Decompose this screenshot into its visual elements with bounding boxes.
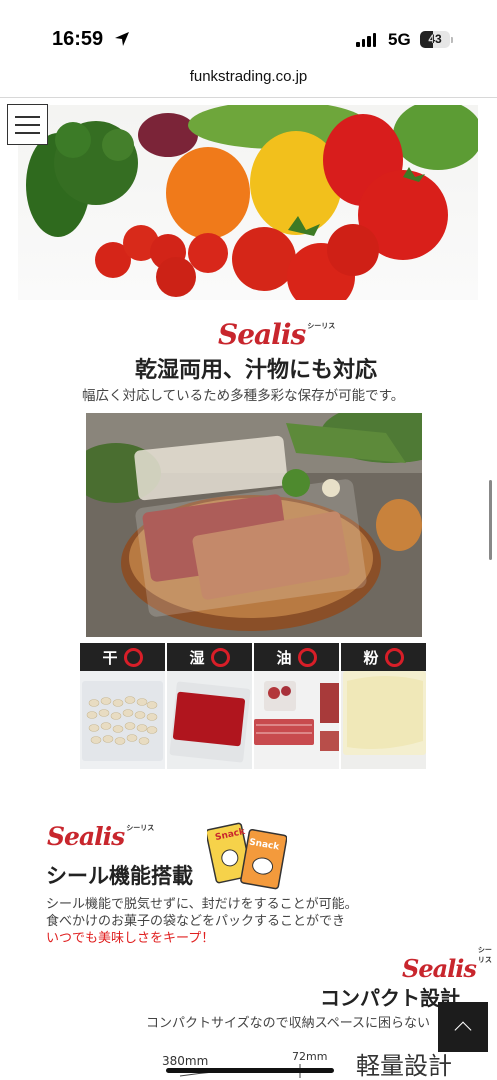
storage-type-grid: 干 湿 油 粉: [80, 643, 426, 769]
sealis-logo: Sealis シーリス: [47, 822, 154, 851]
circle-icon: [384, 647, 404, 667]
logo-sub: シーリス: [126, 824, 155, 832]
tile-label: 干: [102, 648, 118, 667]
tile-label: 油: [276, 648, 292, 667]
hero-image: [18, 105, 478, 300]
scrollbar[interactable]: [489, 480, 492, 560]
tile-dry: 干: [80, 643, 165, 769]
section-title-dual-use: 乾湿両用、汁物にも対応: [135, 358, 378, 383]
battery-percent: 43: [428, 32, 442, 46]
tile-powder: 粉: [341, 643, 426, 769]
location-arrow-icon: [115, 32, 129, 46]
network-type: 5G: [388, 30, 411, 49]
logo-brand: Sealis: [218, 318, 306, 351]
snack-bag-illustration: Snack Snack: [205, 820, 288, 890]
address-bar[interactable]: funkstrading.co.jp: [0, 68, 497, 85]
logo-brand: Sealis: [402, 954, 477, 983]
battery-icon: 43: [420, 31, 450, 48]
tile-label: 湿: [189, 648, 205, 667]
compact-desc: コンパクトサイズなので収納スペースに困らない: [146, 1016, 431, 1031]
status-time: 16:59: [52, 28, 104, 50]
chevron-up-icon: [454, 1021, 472, 1039]
hamburger-icon[interactable]: [7, 104, 48, 145]
circle-icon: [297, 647, 317, 667]
logo-sub: シーリス: [477, 946, 492, 964]
tile-oil: 油: [254, 643, 339, 769]
signal-icon: [356, 33, 376, 47]
circle-icon: [123, 647, 143, 667]
tile-wet: 湿: [167, 643, 252, 769]
circle-icon: [210, 647, 230, 667]
home-indicator[interactable]: [166, 1068, 334, 1073]
tile-label: 粉: [363, 648, 379, 667]
battery-tip: [451, 37, 453, 43]
vacuum-food-photo: [86, 413, 422, 637]
status-bar: 16:59 5G 43: [0, 0, 497, 60]
logo-brand: Sealis: [47, 822, 125, 851]
sealis-logo: Sealis シーリス: [402, 945, 497, 983]
seal-desc-highlight: いつでも美味しさをキープ！: [46, 931, 215, 946]
section-title-seal: シール機能搭載: [46, 864, 193, 888]
logo-sub: シーリス: [307, 322, 336, 330]
back-to-top-button[interactable]: [438, 1002, 488, 1052]
sealis-logo: Sealis シーリス: [218, 318, 335, 351]
section-desc-dual-use: 幅広く対応しているため多種多彩な保存が可能です。: [82, 388, 405, 404]
toolbar-divider: [0, 97, 497, 98]
